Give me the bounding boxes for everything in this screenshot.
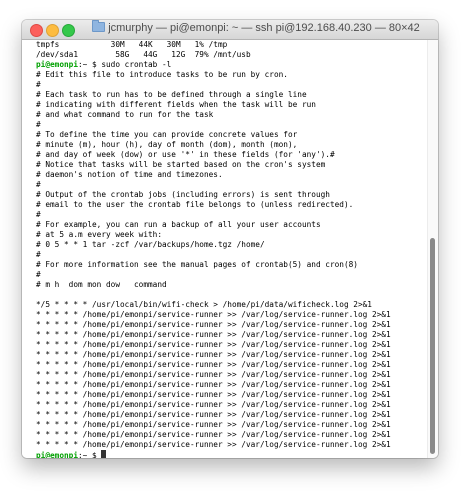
prompt-user-host: pi@emonpi [36,60,78,69]
line-text: # [36,80,41,89]
line-text: * * * * * /home/pi/emonpi/service-runner… [36,370,391,379]
terminal-line: * * * * * /home/pi/emonpi/service-runner… [36,310,428,320]
prompt-line: pi@emonpi:~ $ [36,450,428,458]
prompt-command: :~ $ [78,451,102,458]
terminal-line: * * * * * /home/pi/emonpi/service-runner… [36,430,428,440]
line-text: # Edit this file to introduce tasks to b… [36,70,288,79]
scrollbar-thumb[interactable] [430,238,435,454]
prompt-command: :~ $ sudo crontab -l [78,60,172,69]
terminal-line: # [36,210,428,220]
line-text: # [36,180,41,189]
terminal-line: # [36,80,428,90]
terminal-line: * * * * * /home/pi/emonpi/service-runner… [36,370,428,380]
zoom-button[interactable] [62,24,75,37]
window-title: jcmurphy — pi@emonpi: ~ — ssh pi@192.168… [82,20,430,34]
terminal-line: # email to the user the crontab file bel… [36,200,428,210]
terminal-line: /dev/sda1 58G 44G 12G 79% /mnt/usb [36,50,428,60]
terminal-line: # For more information see the manual pa… [36,260,428,270]
terminal-line: * * * * * /home/pi/emonpi/service-runner… [36,390,428,400]
line-text: * * * * * /home/pi/emonpi/service-runner… [36,410,391,419]
terminal-line: # To define the time you can provide con… [36,130,428,140]
prompt-line: pi@emonpi:~ $ sudo crontab -l [36,60,428,70]
line-text: * * * * * /home/pi/emonpi/service-runner… [36,380,391,389]
terminal-window: jcmurphy — pi@emonpi: ~ — ssh pi@192.168… [22,20,438,458]
terminal-line: * * * * * /home/pi/emonpi/service-runner… [36,380,428,390]
line-text: * * * * * /home/pi/emonpi/service-runner… [36,310,391,319]
line-text: tmpfs 30M 44K 30M 1% /tmp [36,40,228,49]
line-text: # [36,250,41,259]
scrollbar[interactable] [427,40,438,458]
terminal-line: */5 * * * * /usr/local/bin/wifi-check > … [36,300,428,310]
line-text: # at 5 a.m every week with: [36,230,162,239]
terminal-line: # [36,250,428,260]
terminal-line: # at 5 a.m every week with: [36,230,428,240]
line-text: * * * * * /home/pi/emonpi/service-runner… [36,330,391,339]
line-text: * * * * * /home/pi/emonpi/service-runner… [36,400,391,409]
line-text: # and what command to run for the task [36,110,214,119]
line-text: * * * * * /home/pi/emonpi/service-runner… [36,430,391,439]
terminal-output[interactable]: tmpfs 30M 44K 30M 1% /tmp/dev/sda1 58G 4… [22,40,428,458]
text-cursor [101,450,107,458]
line-text: # email to the user the crontab file bel… [36,200,354,209]
line-text: # and day of week (dow) or use '*' in th… [36,150,335,159]
line-text: # [36,120,41,129]
line-text: # [36,270,41,279]
terminal-line: * * * * * /home/pi/emonpi/service-runner… [36,340,428,350]
title-bar[interactable]: jcmurphy — pi@emonpi: ~ — ssh pi@192.168… [22,20,438,40]
terminal-line: * * * * * /home/pi/emonpi/service-runner… [36,320,428,330]
line-text: * * * * * /home/pi/emonpi/service-runner… [36,350,391,359]
line-text: # For example, you can run a backup of a… [36,220,321,229]
terminal-line: # [36,120,428,130]
terminal-line: # minute (m), hour (h), day of month (do… [36,140,428,150]
terminal-line: * * * * * /home/pi/emonpi/service-runner… [36,410,428,420]
home-folder-icon [92,20,106,32]
line-text: * * * * * /home/pi/emonpi/service-runner… [36,360,391,369]
line-text: # Each task to run has to be defined thr… [36,90,307,99]
line-text: # indicating with different fields when … [36,100,316,109]
window-title-user: jcmurphy [108,22,153,34]
line-text: * * * * * /home/pi/emonpi/service-runner… [36,420,391,429]
terminal-line: * * * * * /home/pi/emonpi/service-runner… [36,420,428,430]
line-text: * * * * * /home/pi/emonpi/service-runner… [36,340,391,349]
terminal-line: # 0 5 * * 1 tar -zcf /var/backups/home.t… [36,240,428,250]
terminal-line: # Each task to run has to be defined thr… [36,90,428,100]
line-text: # Notice that tasks will be started base… [36,160,326,169]
close-button[interactable] [30,24,43,37]
minimize-button[interactable] [46,24,59,37]
terminal-line: # Output of the crontab jobs (including … [36,190,428,200]
terminal-line: # [36,180,428,190]
terminal-line: # Edit this file to introduce tasks to b… [36,70,428,80]
line-text: # To define the time you can provide con… [36,130,298,139]
terminal-line: # and what command to run for the task [36,110,428,120]
terminal-line: * * * * * /home/pi/emonpi/service-runner… [36,360,428,370]
terminal-line: * * * * * /home/pi/emonpi/service-runner… [36,330,428,340]
terminal-line: # For example, you can run a backup of a… [36,220,428,230]
terminal-line: * * * * * /home/pi/emonpi/service-runner… [36,350,428,360]
terminal-line: # m h dom mon dow command [36,280,428,290]
line-text: * * * * * /home/pi/emonpi/service-runner… [36,440,391,449]
line-text: # daemon's notion of time and timezones. [36,170,223,179]
line-text: /dev/sda1 58G 44G 12G 79% /mnt/usb [36,50,251,59]
line-text: # Output of the crontab jobs (including … [36,190,330,199]
terminal-line: # and day of week (dow) or use '*' in th… [36,150,428,160]
prompt-user-host: pi@emonpi [36,451,78,458]
line-text: # For more information see the manual pa… [36,260,358,269]
line-text: # m h dom mon dow command [36,280,167,289]
terminal-line: tmpfs 30M 44K 30M 1% /tmp [36,40,428,50]
terminal-line: # daemon's notion of time and timezones. [36,170,428,180]
line-text: # [36,210,41,219]
line-text: # 0 5 * * 1 tar -zcf /var/backups/home.t… [36,240,265,249]
terminal-line: # Notice that tasks will be started base… [36,160,428,170]
terminal-line: * * * * * /home/pi/emonpi/service-runner… [36,440,428,450]
line-text: */5 * * * * /usr/local/bin/wifi-check > … [36,300,372,309]
line-text: * * * * * /home/pi/emonpi/service-runner… [36,390,391,399]
line-text: * * * * * /home/pi/emonpi/service-runner… [36,320,391,329]
terminal-line: # indicating with different fields when … [36,100,428,110]
terminal-line: * * * * * /home/pi/emonpi/service-runner… [36,400,428,410]
terminal-line: # [36,270,428,280]
line-text: # minute (m), hour (h), day of month (do… [36,140,298,149]
window-title-rest: — pi@emonpi: ~ — ssh pi@192.168.40.230 —… [155,22,420,34]
